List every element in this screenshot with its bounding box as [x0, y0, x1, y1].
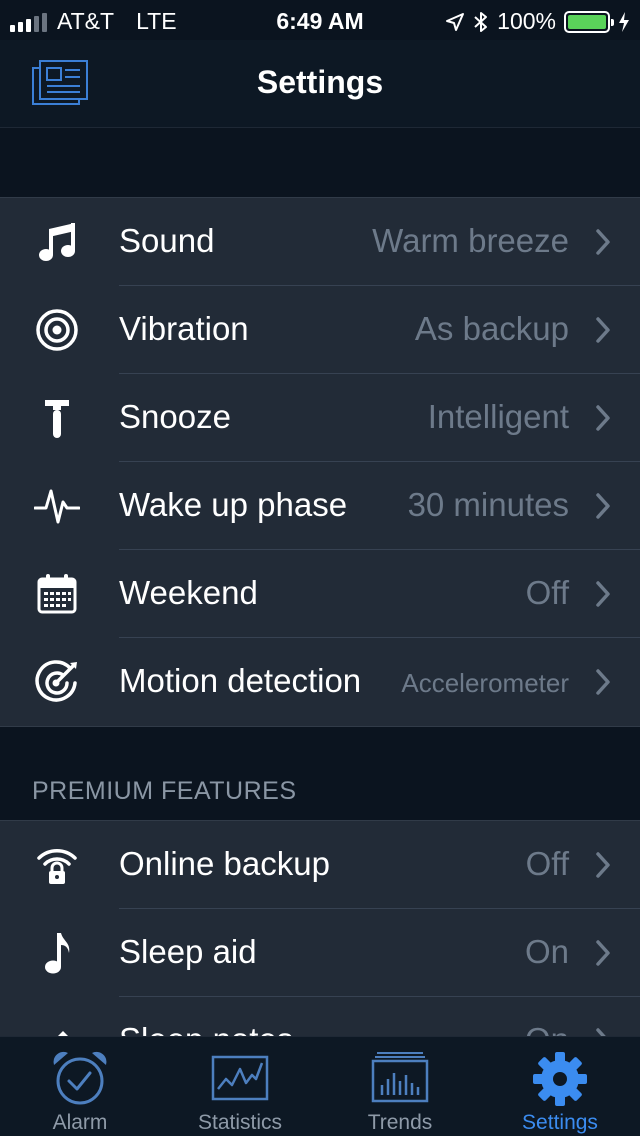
settings-row-wake-up-phase[interactable]: Wake up phase 30 minutes	[0, 462, 640, 550]
premium-features-header: PREMIUM FEATURES	[32, 777, 297, 805]
tab-label: Settings	[522, 1111, 598, 1134]
trends-chart-icon	[371, 1052, 429, 1103]
chevron-right-icon	[596, 852, 610, 878]
settings-row-value: Off	[525, 574, 569, 611]
settings-row-label: Online backup	[119, 845, 330, 882]
settings-row-label: Motion detection	[119, 662, 362, 699]
tab-alarm[interactable]: Alarm	[0, 1037, 160, 1136]
status-bar: AT&T LTE 6:49 AM 100%	[0, 0, 640, 40]
chevron-right-icon	[596, 317, 610, 343]
tab-settings[interactable]: Settings	[480, 1037, 640, 1136]
settings-row-weekend[interactable]: Weekend Off	[0, 550, 640, 638]
settings-row-value: Accelerometer	[401, 668, 569, 698]
settings-row-label: Sleep notes	[119, 1021, 293, 1036]
page-title: Settings	[256, 64, 384, 100]
settings-row-snooze[interactable]: Snooze Intelligent	[0, 374, 640, 462]
eighth-note-icon	[32, 928, 82, 978]
chevron-right-icon	[596, 940, 610, 966]
settings-row-value: Intelligent	[427, 398, 569, 435]
settings-row-label: Snooze	[119, 398, 231, 435]
statistics-chart-icon	[211, 1055, 269, 1101]
settings-row-sound[interactable]: Sound Warm breeze	[0, 198, 640, 286]
gear-icon	[533, 1052, 587, 1106]
settings-row-label: Sleep aid	[119, 933, 257, 970]
settings-row-label: Vibration	[119, 310, 249, 347]
radar-icon	[32, 657, 82, 707]
status-right: 100%	[445, 8, 630, 35]
pulse-icon	[32, 481, 82, 531]
settings-row-motion-detection[interactable]: Motion detection Accelerometer	[0, 638, 640, 726]
bluetooth-icon	[474, 11, 488, 32]
tab-label: Statistics	[197, 1111, 283, 1134]
chevron-right-icon	[596, 405, 610, 431]
premium-settings-group: Online backup Off Sleep aid On	[0, 820, 640, 1036]
tab-statistics[interactable]: Statistics	[160, 1037, 320, 1136]
settings-row-value: On	[524, 933, 569, 970]
vibration-icon	[32, 305, 82, 355]
settings-row-value: 30 minutes	[407, 486, 569, 523]
settings-row-sleep-aid[interactable]: Sleep aid On	[0, 909, 640, 997]
settings-content[interactable]: Sound Warm breeze Vibration As backup Sn…	[0, 129, 640, 1036]
music-note-icon	[32, 217, 82, 267]
battery-icon	[564, 10, 614, 33]
tab-trends[interactable]: Trends	[320, 1037, 480, 1136]
settings-row-label: Weekend	[119, 574, 258, 611]
settings-row-value: Off	[525, 845, 569, 882]
tab-label: Trends	[367, 1111, 433, 1134]
chevron-right-icon	[596, 229, 610, 255]
calendar-icon	[32, 569, 82, 619]
settings-row-sleep-notes[interactable]: Sleep notes On	[0, 997, 640, 1036]
chevron-right-icon	[596, 669, 610, 695]
tab-bar: Alarm Statistics Trends Settings	[0, 1036, 640, 1136]
settings-row-value: Warm breeze	[372, 222, 569, 259]
hammer-icon	[32, 393, 82, 443]
battery-percent: 100%	[497, 8, 556, 34]
charging-bolt-icon	[619, 11, 629, 32]
general-settings-group: Sound Warm breeze Vibration As backup Sn…	[0, 197, 640, 727]
settings-row-label: Wake up phase	[119, 486, 348, 523]
settings-row-value: As backup	[414, 310, 569, 347]
chevron-right-icon	[596, 1028, 606, 1036]
alarm-clock-icon	[53, 1051, 107, 1105]
navigation-bar: Settings	[0, 40, 640, 128]
chevron-right-icon	[596, 493, 610, 519]
settings-row-label: Sound	[119, 222, 215, 259]
tab-label: Alarm	[52, 1111, 108, 1134]
pencil-icon	[32, 1016, 82, 1036]
settings-row-vibration[interactable]: Vibration As backup	[0, 286, 640, 374]
settings-row-value: On	[525, 1021, 569, 1036]
chevron-right-icon	[596, 581, 610, 607]
settings-row-online-backup[interactable]: Online backup Off	[0, 821, 640, 909]
location-arrow-icon	[446, 12, 465, 31]
wifi-lock-icon	[32, 840, 82, 890]
